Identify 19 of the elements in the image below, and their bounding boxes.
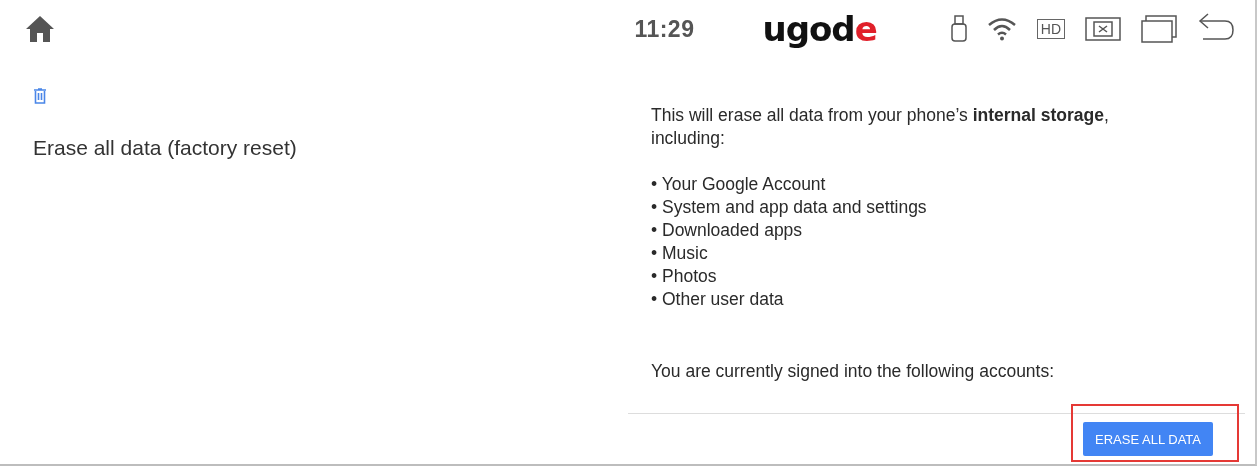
list-item: • Your Google Account	[651, 173, 827, 196]
close-box-icon[interactable]	[1085, 17, 1121, 41]
usb-icon	[950, 15, 967, 43]
page-title: Erase all data (factory reset)	[33, 136, 298, 160]
windows-icon[interactable]	[1141, 15, 1177, 43]
accounts-note: You are currently signed into the following accounts:	[651, 361, 1056, 382]
erase-button[interactable]: ERASE ALL DATA	[1083, 422, 1213, 456]
list-item: • Photos	[651, 265, 718, 288]
home-icon[interactable]	[24, 14, 56, 44]
clock-time: 11:29	[634, 15, 695, 43]
list-item: • System and app data and settings	[651, 196, 928, 219]
list-item: • Other user data	[651, 288, 785, 311]
wifi-icon	[986, 17, 1017, 41]
intro-text: This will erase all data from your phone’s internal storage, including:	[651, 104, 1110, 150]
trash-icon	[33, 88, 47, 104]
brand-logo: ugode	[762, 12, 877, 46]
list-item: • Downloaded apps	[651, 219, 804, 242]
list-item: • Music	[651, 242, 709, 265]
hd-badge[interactable]: HD	[1036, 19, 1065, 39]
